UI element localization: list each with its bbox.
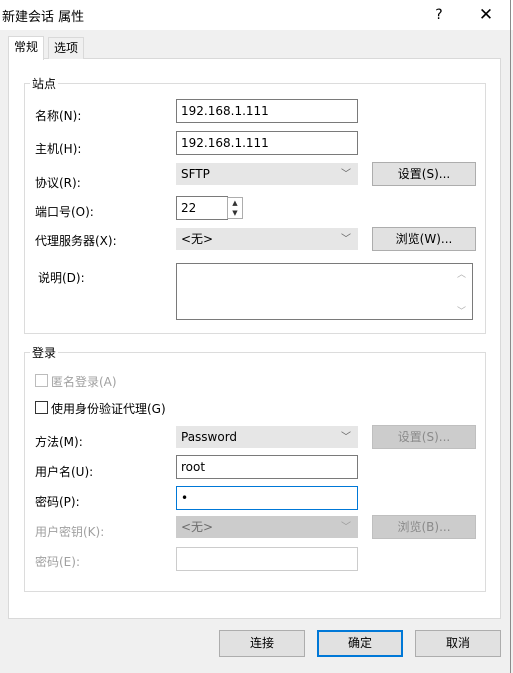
tab-options[interactable]: 选项 [48, 37, 85, 59]
protocol-label: 协议(R): [35, 176, 81, 190]
chevron-down-icon: ﹀ [341, 169, 351, 180]
passphrase-input[interactable] [176, 547, 358, 571]
chevron-down-icon: ﹀ [341, 432, 351, 443]
password-label: 密码(P): [35, 495, 80, 509]
host-input[interactable]: 192.168.1.111 [176, 131, 358, 155]
proxy-label: 代理服务器(X): [35, 234, 117, 248]
window-title: 新建会话 属性 [2, 10, 85, 25]
window-border [510, 0, 511, 673]
name-label: 名称(N): [35, 109, 82, 123]
name-input[interactable]: 192.168.1.111 [176, 99, 358, 123]
description-label: 说明(D): [38, 271, 85, 285]
userkey-label: 用户密钥(K): [35, 525, 105, 539]
connect-button[interactable]: 连接 [219, 630, 305, 657]
scroll-up-icon[interactable]: ︿ [457, 267, 466, 280]
userkey-browse-button[interactable]: 浏览(B)... [372, 515, 476, 539]
protocol-value: SFTP [181, 167, 210, 181]
protocol-settings-button[interactable]: 设置(S)... [372, 162, 476, 186]
scroll-down-icon[interactable]: ﹀ [457, 304, 466, 317]
method-value: Password [181, 430, 238, 444]
anonymous-label: 匿名登录(A) [51, 375, 117, 389]
close-button[interactable]: ✕ [472, 4, 500, 26]
userkey-select[interactable]: <无> ﹀ [176, 516, 358, 538]
description-input[interactable] [176, 263, 473, 320]
protocol-select[interactable]: SFTP ﹀ [176, 163, 358, 185]
chevron-down-icon: ﹀ [341, 522, 351, 533]
help-button[interactable]: ? [425, 4, 453, 26]
spin-down-icon[interactable]: ▼ [228, 208, 242, 218]
agent-label: 使用身份验证代理(G) [51, 402, 166, 416]
proxy-select[interactable]: <无> ﹀ [176, 228, 358, 250]
method-label: 方法(M): [35, 435, 83, 449]
method-select[interactable]: Password ﹀ [176, 426, 358, 448]
proxy-browse-button[interactable]: 浏览(W)... [372, 227, 476, 251]
host-label: 主机(H): [35, 142, 82, 156]
port-label: 端口号(O): [35, 205, 94, 219]
port-input[interactable]: 22 [176, 196, 228, 220]
login-group-label: 登录 [30, 344, 59, 361]
cancel-button[interactable]: 取消 [415, 630, 501, 657]
proxy-value: <无> [181, 232, 214, 246]
userkey-value: <无> [181, 520, 214, 534]
agent-checkbox[interactable] [35, 401, 48, 414]
tab-general[interactable]: 常规 [8, 36, 45, 60]
password-input[interactable]: • [176, 486, 358, 510]
spin-up-icon[interactable]: ▲ [228, 198, 242, 208]
ok-button[interactable]: 确定 [317, 630, 403, 657]
chevron-down-icon: ﹀ [341, 234, 351, 245]
username-label: 用户名(U): [35, 465, 94, 479]
username-input[interactable]: root [176, 455, 358, 479]
method-settings-button[interactable]: 设置(S)... [372, 425, 476, 449]
passphrase-label: 密码(E): [35, 555, 80, 569]
anonymous-checkbox[interactable] [35, 374, 48, 387]
port-spinner[interactable]: ▲ ▼ [227, 197, 243, 219]
site-group-label: 站点 [30, 75, 59, 92]
